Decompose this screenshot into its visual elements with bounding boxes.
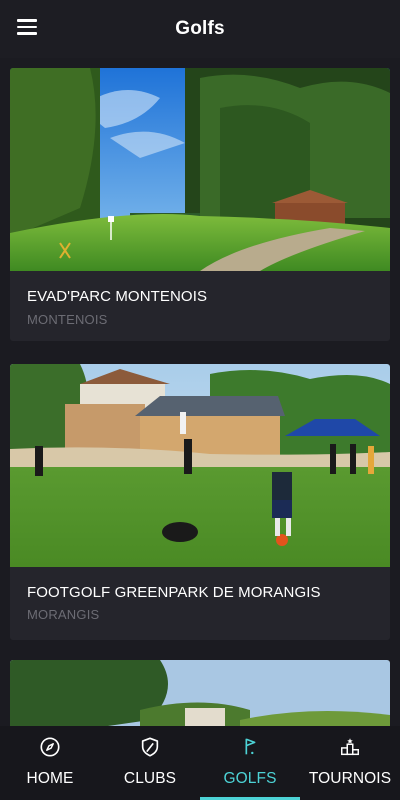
tab-clubs[interactable]: CLUBS bbox=[100, 726, 200, 800]
shield-icon bbox=[141, 737, 159, 757]
golf-name: EVAD'PARC MONTENOIS bbox=[27, 288, 208, 305]
golf-city: MONTENOIS bbox=[27, 312, 108, 327]
tab-home[interactable]: HOME bbox=[0, 726, 100, 800]
golf-list[interactable]: EVAD'PARC MONTENOIS MONTENOIS FOOTGOLF G… bbox=[0, 58, 400, 726]
golf-photo bbox=[10, 68, 390, 271]
flag-icon bbox=[245, 738, 256, 755]
tab-golfs-label: GOLFS bbox=[223, 770, 277, 787]
compass-icon bbox=[40, 737, 60, 757]
golf-card[interactable]: EVAD'PARC MONTENOIS MONTENOIS bbox=[10, 68, 390, 341]
golf-card[interactable] bbox=[10, 660, 390, 726]
golf-name: FOOTGOLF GREENPARK DE MORANGIS bbox=[27, 584, 321, 601]
golf-photo bbox=[10, 364, 390, 567]
page-title: Golfs bbox=[175, 18, 225, 39]
podium-icon bbox=[341, 738, 359, 756]
tab-golfs[interactable]: GOLFS bbox=[200, 726, 300, 800]
bottom-navigation: HOME CLUBS GOLFS TOURNOIS bbox=[0, 726, 400, 800]
golf-card[interactable]: FOOTGOLF GREENPARK DE MORANGIS MORANGIS bbox=[10, 364, 390, 640]
golf-city: MORANGIS bbox=[27, 607, 100, 622]
tab-tournois[interactable]: TOURNOIS bbox=[300, 726, 400, 800]
golf-photo bbox=[10, 660, 390, 726]
tab-clubs-label: CLUBS bbox=[123, 770, 177, 787]
tab-tournois-label: TOURNOIS bbox=[308, 770, 392, 787]
tab-home-label: HOME bbox=[26, 770, 74, 787]
app-bar: Golfs bbox=[0, 0, 400, 58]
